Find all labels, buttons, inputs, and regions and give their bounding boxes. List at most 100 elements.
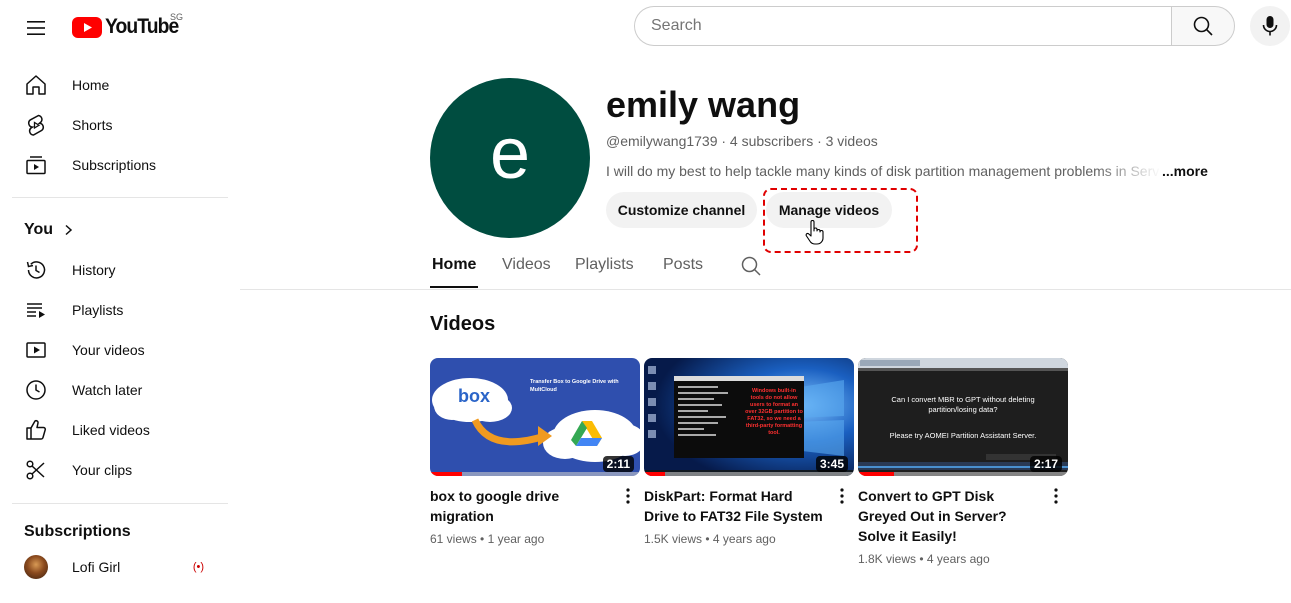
progress-track <box>430 472 640 476</box>
thumbnail-question: Can I convert MBR to GPT without deletin… <box>891 395 1035 414</box>
hamburger-icon <box>27 21 45 35</box>
search-button[interactable] <box>1171 6 1235 46</box>
channel-description-text: I will do my best to help tackle many ki… <box>606 163 1161 179</box>
sidebar-item-label: History <box>72 262 116 278</box>
sidebar-item-subscriptions[interactable]: Subscriptions <box>12 145 228 185</box>
hand-cursor-icon <box>805 220 824 245</box>
video-action-menu-button[interactable] <box>1044 484 1068 508</box>
tab-home[interactable]: Home <box>432 256 476 274</box>
video-views: 1.5K views <box>644 532 703 546</box>
more-vertical-icon <box>626 488 630 504</box>
sidebar-subscription-partial[interactable] <box>12 587 228 603</box>
video-thumbnail[interactable]: Can I convert MBR to GPT without deletin… <box>858 358 1068 476</box>
sidebar-item-watch-later[interactable]: Watch later <box>12 370 228 410</box>
sidebar-item-label: Home <box>72 77 110 93</box>
home-icon <box>24 73 48 97</box>
active-tab-indicator <box>430 286 478 288</box>
microphone-icon <box>1262 16 1278 36</box>
progress-track <box>644 472 854 476</box>
your-videos-icon <box>24 338 48 362</box>
top-bar: YouTube SG <box>0 0 1291 56</box>
search-icon <box>741 256 761 276</box>
channel-search-button[interactable] <box>740 255 762 282</box>
video-title[interactable]: box to google drive migration <box>430 486 615 526</box>
tab-playlists[interactable]: Playlists <box>575 256 634 274</box>
video-card[interactable]: Windows built-in tools do not allow user… <box>644 358 854 546</box>
watch-progress <box>644 472 665 476</box>
sidebar-item-label: Subscriptions <box>72 157 157 173</box>
video-action-menu-button[interactable] <box>616 484 640 508</box>
more-vertical-icon <box>1054 488 1058 504</box>
video-views: 1.8K views <box>858 552 917 566</box>
scissors-icon <box>24 458 48 482</box>
sidebar-item-label: Shorts <box>72 117 113 133</box>
thumbnail-callout: Windows built-in tools do not allow user… <box>745 388 803 436</box>
video-meta: 1.5K views • 4 years ago <box>644 532 776 546</box>
sidebar-item-your-videos[interactable]: Your videos <box>12 330 228 370</box>
live-broadcast-icon: (•) <box>192 561 204 573</box>
you-heading-label: You <box>24 221 54 238</box>
video-age: 4 years ago <box>712 532 776 546</box>
search-icon <box>1193 16 1213 36</box>
sidebar-item-home[interactable]: Home <box>12 65 228 105</box>
youtube-play-icon <box>72 16 102 38</box>
sidebar-item-your-clips[interactable]: Your clips <box>12 450 228 490</box>
tab-posts[interactable]: Posts <box>663 256 703 274</box>
sidebar-item-label: Liked videos <box>72 422 150 438</box>
watch-later-icon <box>24 378 48 402</box>
sidebar-item-shorts[interactable]: Shorts <box>12 105 228 145</box>
sidebar-divider <box>12 197 228 198</box>
sidebar-item-playlists[interactable]: Playlists <box>12 290 228 330</box>
sidebar-divider <box>12 503 228 504</box>
highlight-annotation <box>763 188 918 253</box>
description-more-link[interactable]: ...more <box>1162 163 1208 179</box>
video-age: 4 years ago <box>926 552 990 566</box>
video-thumbnail[interactable]: box Transfer Box to Google Drive with Mu… <box>430 358 640 476</box>
channel-avatar[interactable]: e <box>430 78 590 238</box>
sidebar-item-history[interactable]: History <box>12 250 228 290</box>
search-bar <box>634 6 1235 46</box>
channel-meta: @emilywang1739 · 4 subscribers · 3 video… <box>606 133 878 149</box>
sidebar-subscription-lofi-girl[interactable]: Lofi Girl (•) <box>12 547 228 587</box>
voice-search-button[interactable] <box>1250 6 1290 46</box>
video-duration: 3:45 <box>815 456 848 472</box>
chevron-right-icon <box>65 224 73 236</box>
channel-avatar-partial <box>24 595 48 603</box>
video-duration: 2:11 <box>602 456 634 472</box>
thumbnail-heading: Transfer Box to Google Drive with MultCl… <box>530 379 619 393</box>
watch-progress <box>430 472 462 476</box>
subscriptions-heading-label: Subscriptions <box>24 523 131 540</box>
logo-text: YouTube <box>105 15 179 38</box>
sidebar-item-label: Watch later <box>72 382 143 398</box>
sidebar-item-label: Playlists <box>72 302 124 318</box>
country-code: SG <box>170 12 184 22</box>
sidebar-you-heading[interactable]: You <box>24 221 73 239</box>
section-title-videos: Videos <box>430 313 496 335</box>
video-duration: 2:17 <box>1029 456 1062 472</box>
avatar-letter: e <box>489 114 531 194</box>
video-title[interactable]: Convert to GPT Disk Greyed Out in Server… <box>858 486 1043 546</box>
video-thumbnail[interactable]: Windows built-in tools do not allow user… <box>644 358 854 476</box>
video-meta: 61 views • 1 year ago <box>430 532 545 546</box>
sidebar-item-label: Lofi Girl <box>72 559 121 575</box>
channel-avatar <box>24 555 48 579</box>
thumbnail-logo-text: box <box>458 386 491 406</box>
search-input[interactable] <box>634 6 1171 46</box>
channel-description[interactable]: I will do my best to help tackle many ki… <box>606 163 1206 179</box>
video-card[interactable]: box Transfer Box to Google Drive with Mu… <box>430 358 640 546</box>
video-action-menu-button[interactable] <box>830 484 854 508</box>
youtube-logo[interactable]: YouTube <box>72 14 185 40</box>
shorts-icon <box>24 113 48 137</box>
video-title[interactable]: DiskPart: Format Hard Drive to FAT32 Fil… <box>644 486 829 526</box>
sidebar-item-label: Your clips <box>72 462 133 478</box>
video-card[interactable]: Can I convert MBR to GPT without deletin… <box>858 358 1068 566</box>
video-views: 61 views <box>430 532 477 546</box>
history-icon <box>24 258 48 282</box>
subscriptions-icon <box>24 153 48 177</box>
tab-videos[interactable]: Videos <box>502 256 551 274</box>
video-meta: 1.8K views • 4 years ago <box>858 552 990 566</box>
video-age: 1 year ago <box>487 532 545 546</box>
customize-channel-button[interactable]: Customize channel <box>606 192 757 228</box>
sidebar-item-liked-videos[interactable]: Liked videos <box>12 410 228 450</box>
guide-menu-button[interactable] <box>16 8 56 48</box>
